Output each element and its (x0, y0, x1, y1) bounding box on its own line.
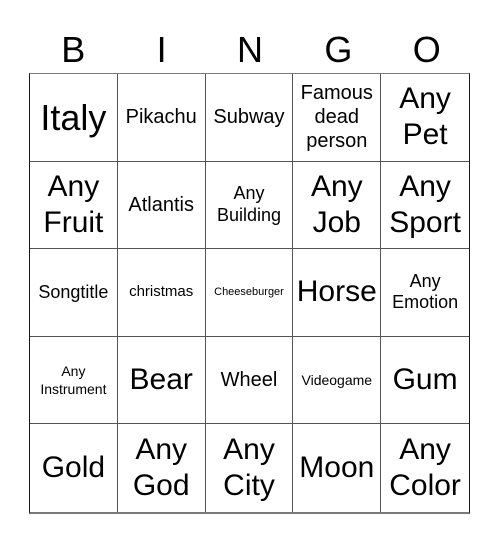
bingo-cell[interactable]: Any Instrument (30, 336, 118, 425)
bingo-header: B I N G O (29, 28, 471, 72)
bingo-cell[interactable]: Cheeseburger (205, 249, 294, 337)
bingo-cell[interactable]: Any Job (293, 161, 382, 250)
bingo-card-grid: Italy Pikachu Subway Famous dead person … (29, 73, 470, 514)
bingo-cell[interactable]: Any Color (381, 424, 469, 512)
bingo-cell[interactable]: Any Fruit (30, 161, 118, 250)
header-letter-i: I (156, 29, 167, 70)
bingo-cell[interactable]: Moon (293, 424, 382, 512)
bingo-cell[interactable]: Wheel (205, 336, 294, 425)
header-letter-n: N (236, 29, 263, 70)
bingo-cell[interactable]: Any Pet (381, 74, 469, 162)
header-letter-o: O (412, 29, 441, 70)
bingo-cell[interactable]: Bear (117, 336, 206, 425)
bingo-cell[interactable]: Horse (293, 249, 382, 337)
header-letter-b: B (61, 29, 86, 70)
bingo-cell[interactable]: christmas (117, 249, 206, 337)
bingo-cell[interactable]: Any City (206, 424, 294, 512)
bingo-cell[interactable]: Gum (381, 337, 469, 425)
bingo-cell[interactable]: Pikachu (117, 74, 206, 162)
bingo-cell[interactable]: Any Emotion (381, 249, 469, 337)
bingo-cell[interactable]: Any God (118, 424, 206, 512)
bingo-cell[interactable]: Songtitle (30, 249, 118, 337)
bingo-cell[interactable]: Any Sport (381, 162, 469, 250)
bingo-cell[interactable]: Gold (30, 424, 118, 512)
bingo-cell[interactable]: Videogame (293, 336, 382, 425)
bingo-cell[interactable]: Atlantis (117, 161, 206, 250)
bingo-cell[interactable]: Famous dead person (293, 74, 382, 162)
header-letter-g: G (324, 29, 353, 70)
bingo-cell[interactable]: Any Building (205, 161, 294, 250)
bingo-cell[interactable]: Subway (205, 74, 294, 162)
bingo-cell[interactable]: Italy (30, 74, 118, 162)
